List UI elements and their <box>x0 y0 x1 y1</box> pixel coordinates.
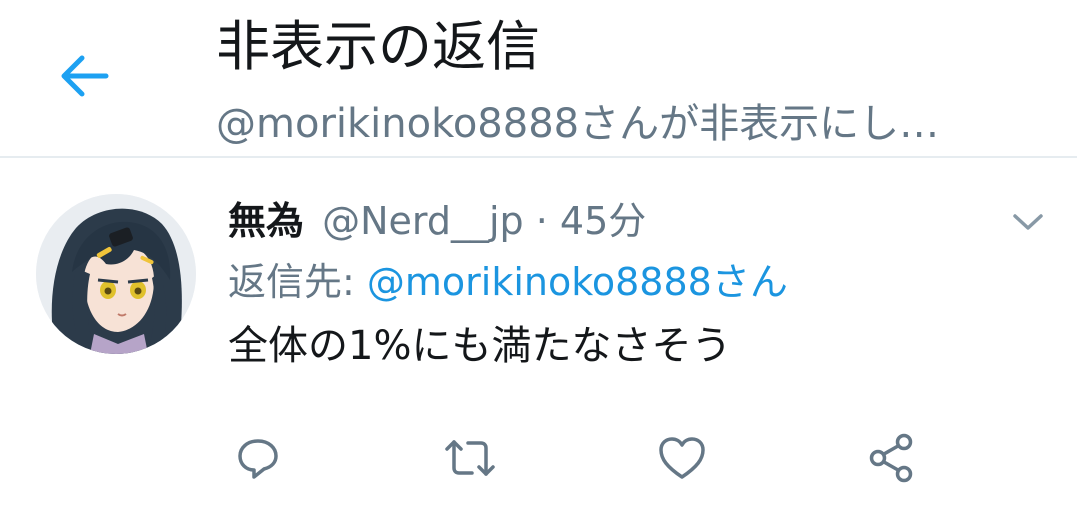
avatar[interactable] <box>36 194 196 354</box>
retweet-button[interactable] <box>442 430 498 486</box>
tweet[interactable]: 無為 @Nerd__jp · 45分 返信先: @morikinoko8888さ… <box>0 158 1077 511</box>
share-icon <box>869 433 913 483</box>
tweet-time[interactable]: 45分 <box>560 199 646 243</box>
reply-icon <box>238 439 278 479</box>
heart-icon <box>659 437 705 479</box>
share-button[interactable] <box>864 430 920 486</box>
page-subtitle: @morikinoko8888さんが非表示にし… <box>216 101 940 147</box>
meta-separator: · <box>523 199 560 243</box>
tweet-menu-button[interactable] <box>1006 206 1050 238</box>
like-button[interactable] <box>654 430 710 486</box>
tweet-header: 無為 @Nerd__jp · 45分 <box>228 196 646 246</box>
reply-button[interactable] <box>230 430 286 486</box>
reply-mention-link[interactable]: @morikinoko8888さん <box>367 260 788 304</box>
tweet-text: 全体の1%にも満たなさそう <box>228 323 732 369</box>
page-title: 非表示の返信 <box>216 15 540 78</box>
back-arrow-icon <box>61 55 109 97</box>
hidden-replies-page: 非表示の返信 @morikinoko8888さんが非表示にし… 無為 @Nerd… <box>0 0 1077 511</box>
reply-prefix: 返信先: <box>228 260 367 304</box>
back-button[interactable] <box>52 44 116 108</box>
header-bar: 非表示の返信 @morikinoko8888さんが非表示にし… <box>0 0 1077 158</box>
reply-context: 返信先: @morikinoko8888さん <box>228 256 788 308</box>
chevron-down-icon <box>1013 214 1043 230</box>
user-handle[interactable]: @Nerd__jp <box>322 199 524 243</box>
display-name[interactable]: 無為 <box>228 199 304 243</box>
avatar-image <box>36 194 196 354</box>
retweet-icon <box>445 440 495 476</box>
